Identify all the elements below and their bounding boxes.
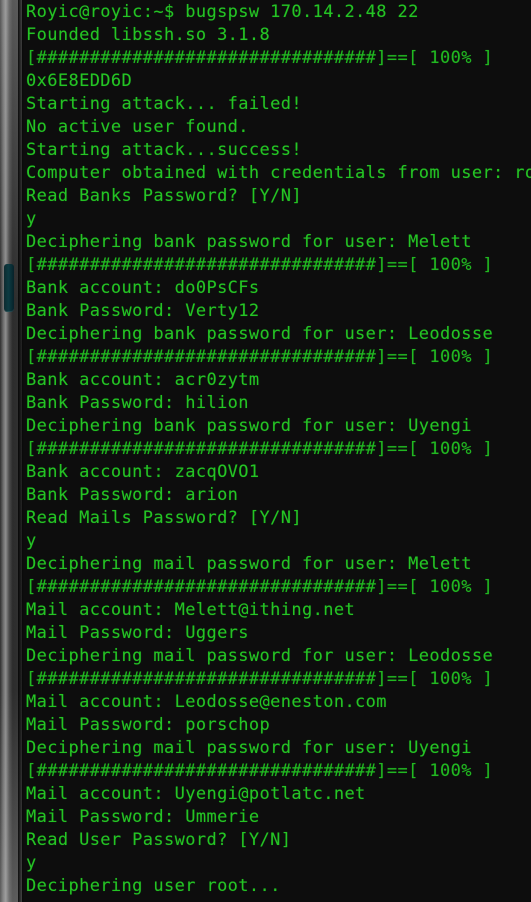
terminal-line: Deciphering mail password for user: Mele… [26,554,472,574]
terminal-line: Deciphering mail password for user: Uyen… [26,738,472,758]
terminal-line: Founded libssh.so 3.1.8 [26,25,271,45]
terminal-line: Deciphering user root... [26,876,281,896]
terminal-line-list: Royic@royic:~$ bugspsw 170.14.2.48 22 Fou… [26,1,531,898]
terminal-line: Deciphering bank password for user: Leod… [26,324,494,344]
terminal-line: [################################]==[ 10… [26,347,494,367]
terminal-line: Mail account: Leodosse@eneston.com [26,692,387,712]
scrollbar-thumb[interactable] [4,264,14,312]
terminal-line: Deciphering mail password for user: Leod… [26,646,494,666]
terminal-line: Bank account: acr0zytm [26,370,260,390]
terminal-line: Read Banks Password? [Y/N] [26,186,302,206]
terminal-line: Read User Password? [Y/N] [26,830,292,850]
terminal-output-area[interactable]: Royic@royic:~$ bugspsw 170.14.2.48 22 Fou… [22,0,531,902]
terminal-line: [################################]==[ 10… [26,761,494,781]
terminal-line: Mail account: Melett@ithing.net [26,600,356,620]
terminal-line: Starting attack...success! [26,140,302,160]
terminal-line: Deciphering bank password for user: Mele… [26,232,472,252]
terminal-line: No active user found. [26,117,249,137]
terminal-line: Read Mails Password? [Y/N] [26,508,302,528]
terminal-line: Bank account: do0PsCFs [26,278,260,298]
terminal-line: Mail Password: Ummerie [26,807,260,827]
terminal-line: Royic@royic:~$ bugspsw 170.14.2.48 22 [26,2,419,22]
terminal-line: Deciphering bank password for user: Uyen… [26,416,472,436]
terminal-line: Mail account: Uyengi@potlatc.net [26,784,366,804]
terminal-line: y [26,853,37,873]
terminal-line: Starting attack... failed! [26,94,302,114]
terminal-line: Bank Password: Verty12 [26,301,260,321]
terminal-line: 0x6E8EDD6D [26,71,133,91]
scrollbar-track[interactable] [0,0,22,902]
terminal-line: Computer obtained with credentials from … [26,163,531,183]
terminal-line: [################################]==[ 10… [26,577,494,597]
terminal-line: Bank account: zacqOVO1 [26,462,260,482]
terminal-line: Bank Password: arion [26,485,239,505]
terminal-line: [################################]==[ 10… [26,255,494,275]
terminal-line: Mail Password: Uggers [26,623,249,643]
terminal-line: Bank Password: hilion [26,393,249,413]
terminal-line: [################################]==[ 10… [26,439,494,459]
terminal-window: Royic@royic:~$ bugspsw 170.14.2.48 22 Fou… [0,0,531,902]
terminal-line: y [26,209,37,229]
terminal-line: [################################]==[ 10… [26,48,494,68]
terminal-line: y [26,531,37,551]
terminal-line: [################################]==[ 10… [26,669,494,689]
terminal-line: Mail Password: porschop [26,715,271,735]
